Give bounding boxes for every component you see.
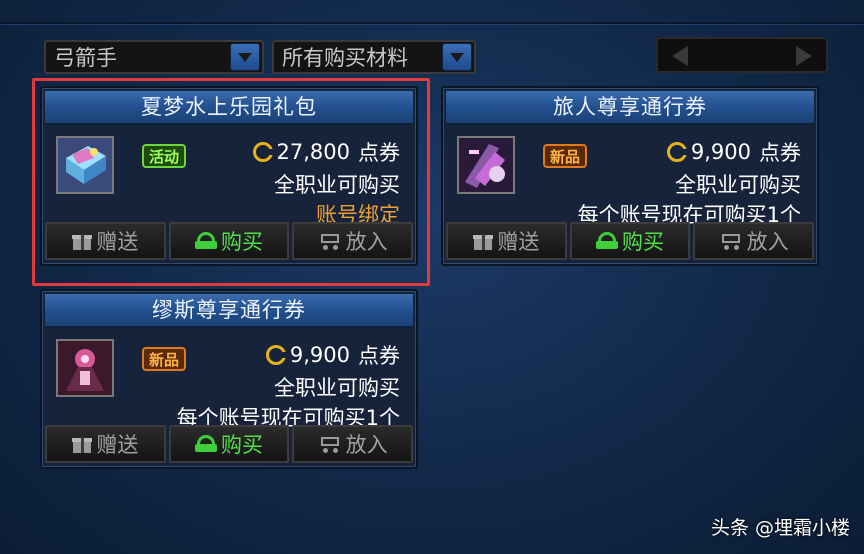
- cart-icon: [719, 232, 743, 250]
- class-dropdown-value: 弓箭手: [54, 46, 117, 70]
- material-dropdown-value: 所有购买材料: [282, 46, 408, 70]
- page-navigator: [656, 37, 828, 73]
- top-frame-highlight: [0, 24, 864, 25]
- cart-icon: [318, 435, 342, 453]
- price-row: 9,900 点券: [265, 340, 400, 370]
- new-badge: 新品: [543, 144, 587, 168]
- gift-button[interactable]: 赠送: [45, 425, 166, 463]
- add-to-cart-button[interactable]: 放入: [693, 222, 815, 260]
- buy-icon: [596, 232, 618, 250]
- item-title: 缪斯尊享通行券: [45, 294, 413, 328]
- item-icon[interactable]: [56, 339, 114, 397]
- gift-button-label: 赠送: [96, 433, 139, 457]
- material-dropdown-button[interactable]: [442, 43, 472, 71]
- item-actions: 赠送 购买 放入: [446, 222, 815, 260]
- shop-item-card: 旅人尊享通行券 新品 9,900 点券 全职业可购买 每个账号现在可购买1个 赠…: [441, 86, 819, 266]
- item-title: 旅人尊享通行券: [446, 91, 814, 125]
- cart-button-label: 放入: [345, 433, 388, 457]
- watermark: 头条 @埋霜小楼: [710, 517, 850, 539]
- material-dropdown[interactable]: 所有购买材料: [272, 40, 476, 74]
- buy-button-label: 购买: [622, 230, 664, 254]
- price-value: 9,900: [289, 343, 350, 367]
- class-dropdown[interactable]: 弓箭手: [44, 40, 264, 74]
- chevron-down-icon: [238, 52, 252, 62]
- item-actions: 赠送 购买 放入: [45, 425, 414, 463]
- muse-pass-icon: [58, 341, 112, 395]
- cart-button-label: 放入: [746, 230, 789, 254]
- buy-button-label: 购买: [221, 433, 263, 457]
- price-currency: 点券: [759, 141, 801, 165]
- gift-icon: [473, 232, 494, 250]
- item-icon[interactable]: [457, 136, 515, 194]
- class-dropdown-button[interactable]: [230, 43, 260, 71]
- coupon-coin-icon: [666, 142, 687, 162]
- gift-button[interactable]: 赠送: [446, 222, 567, 260]
- selection-highlight: [32, 78, 430, 286]
- gift-icon: [72, 435, 93, 453]
- class-restriction: 全职业可购买: [675, 173, 801, 197]
- class-restriction: 全职业可购买: [274, 376, 400, 400]
- buy-icon: [195, 435, 217, 453]
- price-row: 9,900 点券: [666, 137, 801, 167]
- chevron-down-icon: [450, 52, 464, 62]
- next-page-arrow-icon[interactable]: [796, 46, 812, 66]
- traveler-pass-icon: [459, 138, 513, 192]
- coupon-coin-icon: [265, 345, 286, 365]
- new-badge: 新品: [142, 347, 186, 371]
- gift-button-label: 赠送: [497, 230, 540, 254]
- add-to-cart-button[interactable]: 放入: [292, 425, 414, 463]
- buy-button[interactable]: 购买: [168, 425, 290, 463]
- buy-button[interactable]: 购买: [569, 222, 691, 260]
- price-value: 9,900: [690, 140, 751, 164]
- shop-item-card: 缪斯尊享通行券 新品 9,900 点券 全职业可购买 每个账号现在可购买1个 赠…: [40, 289, 418, 469]
- price-currency: 点券: [358, 344, 400, 368]
- prev-page-arrow-icon[interactable]: [672, 46, 688, 66]
